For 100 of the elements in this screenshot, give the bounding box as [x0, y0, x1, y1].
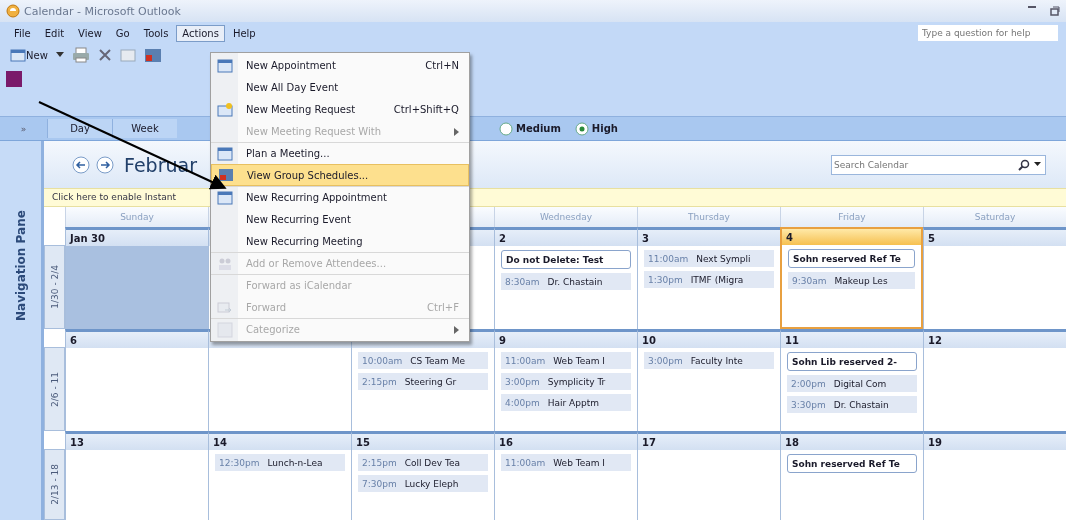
app-logo-icon	[6, 4, 20, 18]
envelope-icon	[216, 299, 233, 316]
date-number: 14	[213, 436, 227, 448]
calendar-event[interactable]: 2:15pm Steering Gr	[358, 373, 488, 390]
menu-item[interactable]: Help	[226, 24, 262, 42]
event-time: 2:15pm	[362, 457, 397, 468]
date-number: 9	[499, 334, 506, 346]
calendar-event[interactable]: 11:00am Web Team I	[501, 454, 631, 471]
week-range-tab[interactable]: 1/30 - 2/4	[44, 245, 65, 329]
date-number: 19	[928, 436, 942, 448]
expand-button[interactable]: »	[0, 123, 47, 134]
day-cell[interactable]: 15 2:15pm Coll Dev Tea 7:30pm Lucky Eleph	[351, 431, 494, 520]
event-title: Symplicity Tr	[547, 376, 606, 387]
event-time: 3:00pm	[505, 376, 540, 387]
dropdown-icon	[1034, 162, 1041, 167]
menu-item[interactable]: New All Day Event	[211, 76, 469, 98]
event-title: Digital Com	[833, 378, 887, 389]
calendar-event[interactable]: 8:30am Dr. Chastain	[501, 273, 631, 290]
calendar-event[interactable]: 7:30pm Lucky Eleph	[358, 475, 488, 492]
print-icon	[71, 47, 90, 63]
date-number: Jan 30	[70, 232, 105, 244]
menu-item[interactable]: New Recurring Appointment	[211, 186, 469, 208]
minimize-icon	[1028, 6, 1036, 8]
new-button[interactable]: New	[10, 48, 48, 62]
day-cell[interactable]: 4 Sohn reserved Ref Te 9:30am Makeup Les	[780, 227, 923, 329]
event-time: 9:30am	[792, 275, 827, 286]
search-box[interactable]: Search Calendar	[831, 154, 1046, 175]
calendar-event[interactable]: 4:00pm Hair Apptm	[501, 394, 631, 411]
calendar-event[interactable]: 2:15pm Coll Dev Tea	[358, 454, 488, 471]
day-cell[interactable]: 16 11:00am Web Team I	[494, 431, 637, 520]
date-number: 6	[70, 334, 77, 346]
date-number: 11	[785, 334, 799, 346]
day-header: Friday	[780, 207, 923, 227]
calendar-event[interactable]: 10:00am CS Team Me	[358, 352, 488, 369]
day-cell[interactable]: 19	[923, 431, 1066, 520]
calendar-event[interactable]: 2:00pm Digital Com	[787, 375, 917, 392]
menu-item[interactable]: View	[72, 24, 108, 42]
menu-item[interactable]: Tools	[137, 24, 175, 42]
day-cell[interactable]: 17	[637, 431, 780, 520]
day-cell[interactable]: 5	[923, 227, 1066, 329]
date-number: 12	[928, 334, 942, 346]
restore-icon	[1050, 6, 1060, 16]
calendar-event[interactable]: 11:00am Web Team I	[501, 352, 631, 369]
help-search-field[interactable]: Type a question for help	[918, 25, 1058, 41]
day-cell[interactable]: 18 Sohn reserved Ref Te	[780, 431, 923, 520]
week-range-tab[interactable]: 2/13 - 18	[44, 449, 65, 520]
menu-item[interactable]: Edit	[38, 24, 71, 42]
delete-icon	[97, 48, 112, 62]
day-cell[interactable]: 6	[65, 329, 208, 431]
radio-option[interactable]: Medium	[499, 121, 561, 136]
day-cell[interactable]: 11 Sohn Lib reserved 2- 2:00pm Digital Com 3:30pm Dr. Chastain	[780, 329, 923, 431]
all-day-event[interactable]: Sohn reserved Ref Te	[788, 249, 915, 268]
calendar-event[interactable]: 3:30pm Dr. Chastain	[787, 396, 917, 413]
day-cell[interactable]: 10 3:00pm Faculty Inte	[637, 329, 780, 431]
calendar-event[interactable]: 3:00pm Faculty Inte	[644, 352, 774, 369]
day-cell[interactable]: Jan 30	[65, 227, 208, 329]
day-header: Saturday	[923, 207, 1066, 227]
calendar-event[interactable]: 12:30pm Lunch-n-Lea	[215, 454, 345, 471]
event-title: Dr. Chastain	[833, 399, 889, 410]
day-cell[interactable]: 12	[923, 329, 1066, 431]
date-number: 16	[499, 436, 513, 448]
event-title: Do not Delete: Test	[506, 254, 604, 265]
event-title: Lucky Eleph	[404, 478, 459, 489]
all-day-event[interactable]: Sohn reserved Ref Te	[787, 454, 917, 473]
all-day-event[interactable]: Do not Delete: Test	[501, 250, 631, 269]
group-schedule-icon	[143, 47, 162, 63]
menu-item[interactable]: File	[8, 24, 37, 42]
menu-item[interactable]: Actions	[176, 24, 225, 42]
radio-option[interactable]: High	[574, 121, 618, 136]
event-title: Next Sympli	[696, 253, 751, 264]
event-time: 11:00am	[505, 355, 546, 366]
all-day-event[interactable]: Sohn Lib reserved 2-	[787, 352, 917, 371]
submenu-arrow-icon	[454, 325, 459, 334]
menu-item[interactable]: New Meeting Request Ctrl+Shift+Q	[211, 98, 469, 120]
date-number: 3	[642, 232, 649, 244]
calendar-event[interactable]: 9:30am Makeup Les	[788, 272, 915, 289]
menu-item[interactable]: Go	[109, 24, 136, 42]
day-cell[interactable]: 2 Do not Delete: Test 8:30am Dr. Chastain	[494, 227, 637, 329]
view-tab[interactable]: Week	[112, 119, 177, 138]
day-cell[interactable]: 9 11:00am Web Team I 3:00pm Symplicity Tr 4:00pm Hair Apptm	[494, 329, 637, 431]
event-title: CS Team Me	[410, 355, 466, 366]
dropdown-icon	[55, 52, 64, 58]
day-cell[interactable]: 13	[65, 431, 208, 520]
event-time: 11:00am	[505, 457, 546, 468]
menu-item[interactable]: New Recurring Event	[211, 208, 469, 230]
event-title: Makeup Les	[834, 275, 888, 286]
view-tab[interactable]: Day	[47, 119, 112, 138]
event-title: Hair Apptm	[547, 397, 599, 408]
event-title: Sohn reserved Ref Te	[792, 458, 900, 469]
menu-item[interactable]: New Recurring Meeting	[211, 230, 469, 252]
calendar-event[interactable]: 11:00am Next Sympli	[644, 250, 774, 267]
day-cell[interactable]: 14 12:30pm Lunch-n-Lea	[208, 431, 351, 520]
menu-item[interactable]: New Appointment Ctrl+N	[211, 54, 469, 76]
menu-item[interactable]: View Group Schedules...	[211, 164, 469, 186]
group-schedule-icon	[217, 167, 234, 183]
day-cell[interactable]: 3 11:00am Next Sympli 1:30pm ITMF (Migra	[637, 227, 780, 329]
calendar-event[interactable]: 3:00pm Symplicity Tr	[501, 373, 631, 390]
week-range-tab[interactable]: 2/6 - 11	[44, 347, 65, 431]
calendar-event[interactable]: 1:30pm ITMF (Migra	[644, 271, 774, 288]
day-header: Sunday	[65, 207, 208, 227]
